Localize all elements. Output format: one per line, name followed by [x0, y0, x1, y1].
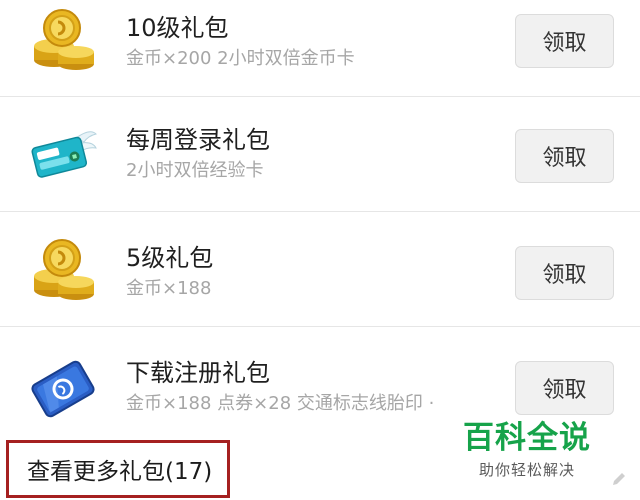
- watermark-subtitle: 助你轻松解决: [478, 461, 575, 479]
- gift-description: 金币×188: [126, 278, 212, 299]
- claim-button[interactable]: 领取: [515, 246, 614, 300]
- gift-row-weekly-login: 每周登录礼包 2小时双倍经验卡 领取: [0, 97, 640, 212]
- view-more-gifts-link[interactable]: 查看更多礼包(17): [6, 440, 230, 498]
- gift-title: 每周登录礼包: [126, 126, 270, 154]
- gift-title: 10级礼包: [126, 14, 229, 42]
- watermark-title: 百科全说: [463, 420, 591, 456]
- gold-coins-icon: [26, 234, 100, 308]
- gift-row-level-5: 5级礼包 金币×188 领取: [0, 212, 640, 327]
- claim-button[interactable]: 领取: [515, 129, 614, 183]
- pencil-icon[interactable]: [610, 470, 628, 488]
- blue-card-icon: [26, 349, 100, 423]
- gold-coins-icon: [26, 4, 100, 78]
- gift-description: 金币×200 2小时双倍金币卡: [126, 48, 355, 69]
- gift-list: 10级礼包 金币×200 2小时双倍金币卡 领取 每周登录礼包 2小时双倍经验卡…: [0, 0, 640, 442]
- gift-description: 2小时双倍经验卡: [126, 160, 264, 181]
- gift-description: 金币×188 点券×28 交通标志线胎印 ·: [126, 393, 435, 414]
- baike-watermark: 百科全说 助你轻松解决: [452, 400, 602, 480]
- gift-title: 5级礼包: [126, 244, 214, 272]
- gift-row-level-10: 10级礼包 金币×200 2小时双倍金币卡 领取: [0, 0, 640, 97]
- gift-title: 下载注册礼包: [126, 359, 270, 387]
- double-exp-card-icon: [26, 116, 100, 190]
- claim-button[interactable]: 领取: [515, 14, 614, 68]
